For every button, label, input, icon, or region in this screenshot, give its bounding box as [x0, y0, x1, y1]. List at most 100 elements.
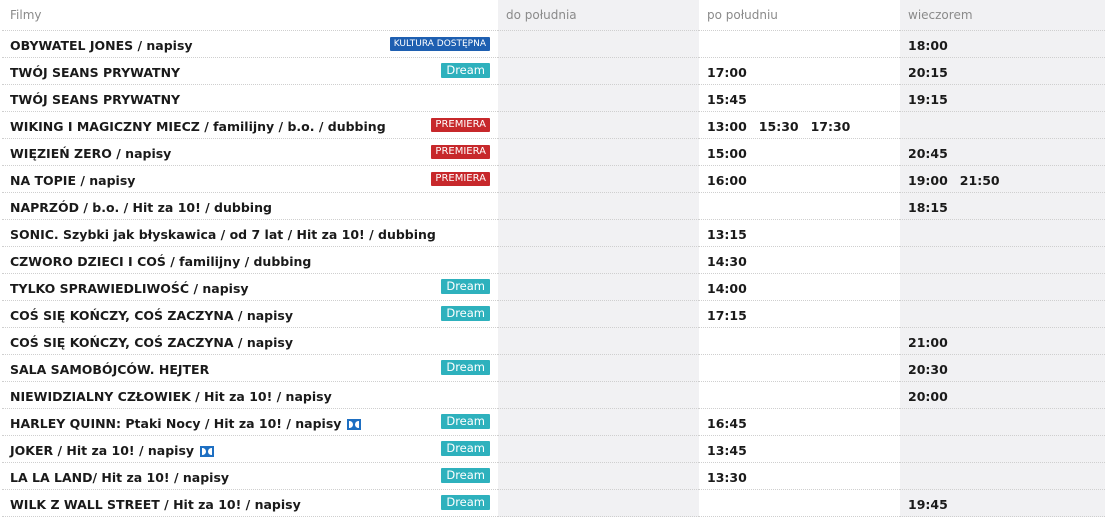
showtime-link[interactable]: 18:15: [908, 200, 948, 215]
film-cell: NA TOPIE / napisy PREMIERA: [2, 165, 498, 193]
showtime-link[interactable]: 13:45: [707, 443, 747, 458]
morning-times-cell: [498, 30, 699, 58]
film-title-link[interactable]: NAPRZÓD / b.o. / Hit za 10! / dubbing: [10, 200, 272, 215]
morning-times-cell: [498, 489, 699, 517]
film-cell: WIĘZIEŃ ZERO / napisy PREMIERA: [2, 138, 498, 166]
showtime-link[interactable]: 19:00: [908, 173, 948, 188]
film-title-link[interactable]: WILK Z WALL STREET / Hit za 10! / napisy: [10, 497, 301, 512]
showtime-link[interactable]: 17:00: [707, 65, 747, 80]
film-title-link[interactable]: NA TOPIE / napisy: [10, 173, 135, 188]
film-title-link[interactable]: COŚ SIĘ KOŃCZY, COŚ ZACZYNA / napisy: [10, 308, 293, 323]
evening-times-cell: 20:00: [900, 381, 1105, 409]
showtime-link[interactable]: 14:00: [707, 281, 747, 296]
showtime-link[interactable]: 19:45: [908, 497, 948, 512]
afternoon-times-cell: 14:00: [699, 273, 900, 301]
dream-badge: Dream: [441, 495, 490, 510]
evening-times-cell: 20:45: [900, 138, 1105, 166]
showtime-link[interactable]: 15:45: [707, 92, 747, 107]
evening-times-cell: 19:00 21:50: [900, 165, 1105, 193]
table-row: TYLKO SPRAWIEDLIWOŚĆ / napisy Dream 14:00: [2, 273, 1105, 301]
morning-times-cell: [498, 111, 699, 139]
showtime-link[interactable]: 20:15: [908, 65, 948, 80]
showtime-link[interactable]: 15:00: [707, 146, 747, 161]
showtime-link[interactable]: 13:30: [707, 470, 747, 485]
table-row: WILK Z WALL STREET / Hit za 10! / napisy…: [2, 489, 1105, 517]
film-title-link[interactable]: TWÓJ SEANS PRYWATNY: [10, 65, 180, 80]
showtime-link[interactable]: 13:15: [707, 227, 747, 242]
film-cell: LA LA LAND/ Hit za 10! / napisy Dream: [2, 462, 498, 490]
morning-times-cell: [498, 273, 699, 301]
premiera-badge: PREMIERA: [431, 118, 490, 132]
table-row: LA LA LAND/ Hit za 10! / napisy Dream 13:3…: [2, 462, 1105, 490]
showtime-link[interactable]: 20:00: [908, 389, 948, 404]
afternoon-times-cell: 14:30: [699, 246, 900, 274]
showtime-link[interactable]: 18:00: [908, 38, 948, 53]
film-cell: SALA SAMOBÓJCÓW. HEJTER Dream: [2, 354, 498, 382]
morning-times-cell: [498, 138, 699, 166]
table-row: COŚ SIĘ KOŃCZY, COŚ ZACZYNA / napisy Drea…: [2, 300, 1105, 328]
table-row: HARLEY QUINN: Ptaki Nocy / Hit za 10! / …: [2, 408, 1105, 436]
header-afternoon: po południu: [699, 0, 900, 31]
showtimes-body: OBYWATEL JONES / napisy KULTURA DOSTĘPNA 1…: [2, 30, 1105, 517]
afternoon-times-cell: 13:15: [699, 219, 900, 247]
afternoon-times-cell: [699, 30, 900, 58]
film-cell: WILK Z WALL STREET / Hit za 10! / napisy…: [2, 489, 498, 517]
afternoon-times-cell: 16:00: [699, 165, 900, 193]
kultura-badge: KULTURA DOSTĘPNA: [389, 37, 490, 51]
table-row: COŚ SIĘ KOŃCZY, COŚ ZACZYNA / napisy 21:0…: [2, 327, 1105, 355]
showtime-link[interactable]: 17:15: [707, 308, 747, 323]
film-title-link[interactable]: WIKING I MAGICZNY MIECZ / familijny / b.…: [10, 119, 386, 134]
table-row: SALA SAMOBÓJCÓW. HEJTER Dream 20:30: [2, 354, 1105, 382]
showtime-link[interactable]: 16:45: [707, 416, 747, 431]
header-row: Filmy do południa po południu wieczorem: [2, 0, 1105, 31]
film-cell: OBYWATEL JONES / napisy KULTURA DOSTĘPNA: [2, 30, 498, 58]
morning-times-cell: [498, 354, 699, 382]
showtime-link[interactable]: 16:00: [707, 173, 747, 188]
dolby-icon: [200, 445, 215, 457]
evening-times-cell: [900, 111, 1105, 139]
film-title-link[interactable]: SALA SAMOBÓJCÓW. HEJTER: [10, 362, 209, 377]
evening-times-cell: [900, 435, 1105, 463]
film-cell: JOKER / Hit za 10! / napisy Dream: [2, 435, 498, 463]
showtime-link[interactable]: 21:50: [960, 173, 1000, 188]
film-cell: COŚ SIĘ KOŃCZY, COŚ ZACZYNA / napisy: [2, 327, 498, 355]
dolby-icon: [347, 418, 362, 430]
morning-times-cell: [498, 462, 699, 490]
evening-times-cell: [900, 219, 1105, 247]
showtime-link[interactable]: 14:30: [707, 254, 747, 269]
afternoon-times-cell: 16:45: [699, 408, 900, 436]
film-title-link[interactable]: WIĘZIEŃ ZERO / napisy: [10, 146, 171, 161]
showtime-link[interactable]: 15:30: [759, 119, 799, 134]
morning-times-cell: [498, 408, 699, 436]
film-title-link[interactable]: COŚ SIĘ KOŃCZY, COŚ ZACZYNA / napisy: [10, 335, 293, 350]
showtime-link[interactable]: 13:00: [707, 119, 747, 134]
dream-badge: Dream: [441, 441, 490, 456]
film-title-link[interactable]: TWÓJ SEANS PRYWATNY: [10, 92, 180, 107]
showtime-link[interactable]: 17:30: [811, 119, 851, 134]
dream-badge: Dream: [441, 414, 490, 429]
film-title-link[interactable]: TYLKO SPRAWIEDLIWOŚĆ / napisy: [10, 281, 249, 296]
film-title-link[interactable]: OBYWATEL JONES / napisy: [10, 38, 193, 53]
film-cell: CZWORO DZIECI I COŚ / familijny / dubbin…: [2, 246, 498, 274]
film-title-link[interactable]: SONIC. Szybki jak błyskawica / od 7 lat …: [10, 227, 436, 242]
showtime-link[interactable]: 20:45: [908, 146, 948, 161]
morning-times-cell: [498, 84, 699, 112]
showtime-link[interactable]: 20:30: [908, 362, 948, 377]
film-title-link[interactable]: JOKER / Hit za 10! / napisy: [10, 443, 194, 458]
film-title-link[interactable]: HARLEY QUINN: Ptaki Nocy / Hit za 10! / …: [10, 416, 341, 431]
table-row: NAPRZÓD / b.o. / Hit za 10! / dubbing 18:…: [2, 192, 1105, 220]
afternoon-times-cell: 13:00 15:30 17:30: [699, 111, 900, 139]
dream-badge: Dream: [441, 63, 490, 78]
table-row: JOKER / Hit za 10! / napisy Dream 13:45: [2, 435, 1105, 463]
morning-times-cell: [498, 219, 699, 247]
showtime-link[interactable]: 21:00: [908, 335, 948, 350]
film-cell: NIEWIDZIALNY CZŁOWIEK / Hit za 10! / nap…: [2, 381, 498, 409]
showtime-link[interactable]: 19:15: [908, 92, 948, 107]
table-row: NA TOPIE / napisy PREMIERA 16:00 19:00 21:50: [2, 165, 1105, 193]
film-cell: TWÓJ SEANS PRYWATNY Dream: [2, 57, 498, 85]
film-title-link[interactable]: CZWORO DZIECI I COŚ / familijny / dubbin…: [10, 254, 311, 269]
table-row: OBYWATEL JONES / napisy KULTURA DOSTĘPNA 1…: [2, 30, 1105, 58]
showtimes-table: Filmy do południa po południu wieczorem …: [2, 0, 1105, 517]
film-title-link[interactable]: LA LA LAND/ Hit za 10! / napisy: [10, 470, 229, 485]
film-title-link[interactable]: NIEWIDZIALNY CZŁOWIEK / Hit za 10! / nap…: [10, 389, 332, 404]
